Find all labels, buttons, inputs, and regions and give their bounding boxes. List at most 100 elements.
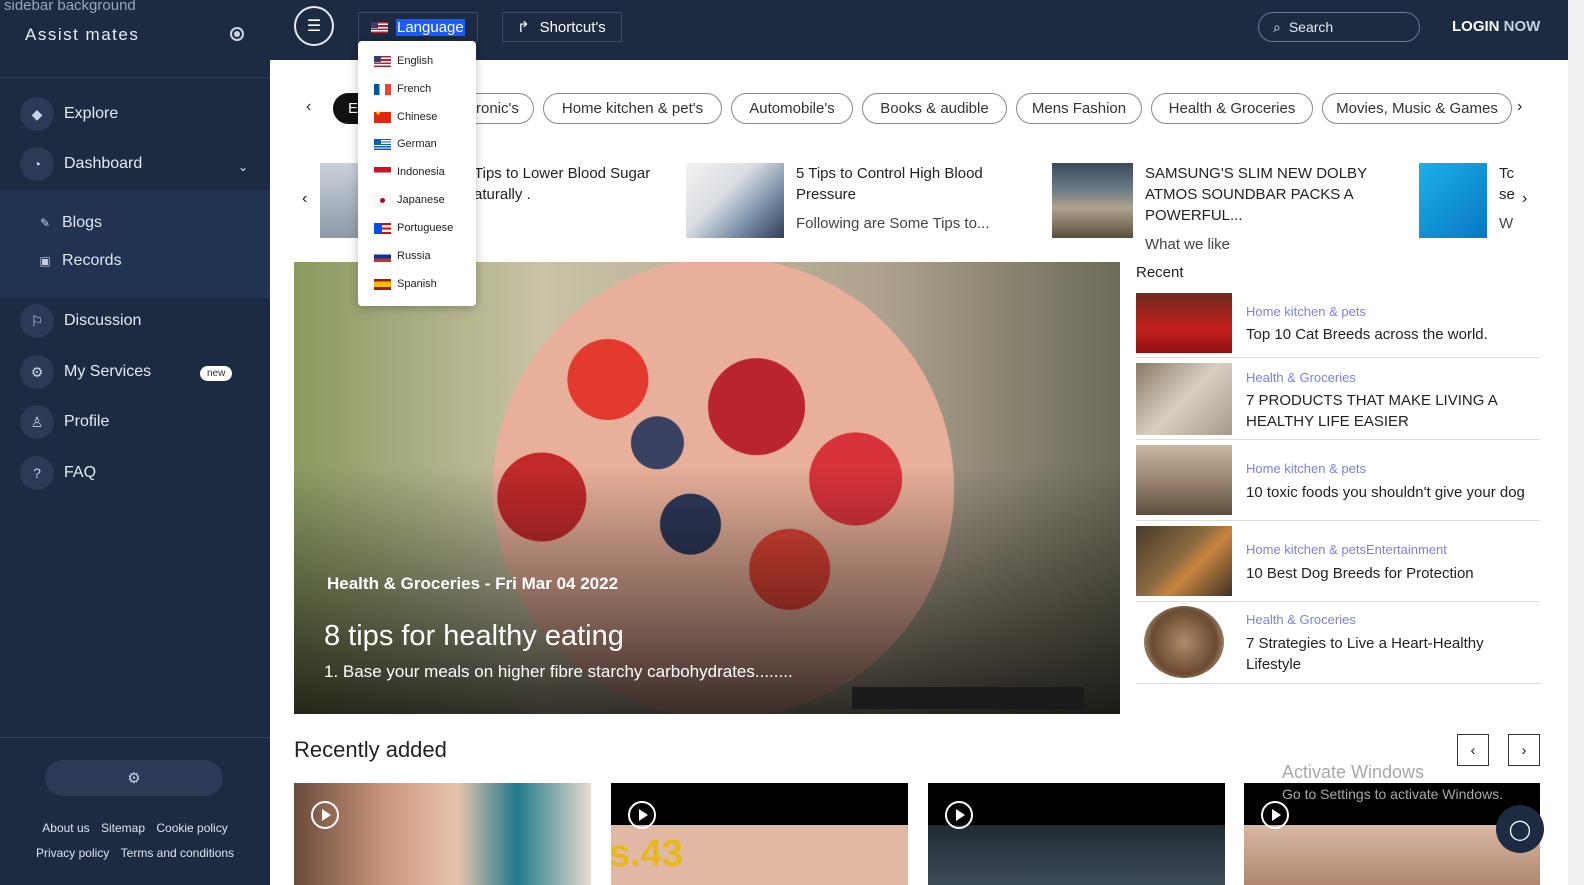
categories-next-icon[interactable]: › xyxy=(1517,98,1522,116)
language-option-label: English xyxy=(397,55,434,67)
category-chip-mens-fashion[interactable]: Mens Fashion xyxy=(1016,93,1142,124)
brand-name[interactable]: Assist mates xyxy=(25,25,139,45)
share-arrow-icon: ↱ xyxy=(517,19,530,36)
dashboard-submenu: ✎ Blogs ▣ Records xyxy=(0,190,270,298)
france-flag-icon xyxy=(374,83,391,95)
sidebar-item-discussion[interactable]: ⚐ Discussion xyxy=(20,304,141,338)
language-option-indonesia[interactable]: Indonesia xyxy=(374,166,445,178)
search-icon: ⌕ xyxy=(1273,18,1281,35)
sidebar-item-records[interactable]: ▣ Records xyxy=(38,252,122,270)
settings-button[interactable]: ⚙ xyxy=(45,760,223,796)
news-title: Tc se xyxy=(1499,165,1515,203)
category-chip-electronics[interactable]: ronic's xyxy=(472,93,534,124)
language-option-german[interactable]: German xyxy=(374,138,437,150)
recent-title: 7 PRODUCTS THAT MAKE LIVING A HEALTHY LI… xyxy=(1246,392,1497,430)
theme-toggle-icon[interactable] xyxy=(230,27,244,41)
news-subtitle: W xyxy=(1499,215,1514,232)
language-option-spanish[interactable]: Spanish xyxy=(374,278,437,290)
recent-item[interactable]: Home kitchen & pets Top 10 Cat Breeds ac… xyxy=(1136,293,1540,358)
chat-icon: ◯ xyxy=(1508,818,1532,841)
video-card[interactable] xyxy=(928,783,1225,885)
russia-flag-icon xyxy=(374,250,391,262)
recent-item[interactable]: Home kitchen & petsEntertainment 10 Best… xyxy=(1136,526,1540,602)
shortcut-label: Shortcut's xyxy=(539,18,606,36)
news-card[interactable]: SAMSUNG'S SLIM NEW DOLBY ATMOS SOUNDBAR … xyxy=(1052,163,1405,253)
hero-banner[interactable]: Health & Groceries - Fri Mar 04 2022 8 t… xyxy=(294,262,1120,714)
news-thumbnail xyxy=(1052,163,1133,238)
recent-category: Home kitchen & pets xyxy=(1246,304,1366,319)
puerto-rico-flag-icon xyxy=(374,222,391,234)
play-icon xyxy=(311,801,339,829)
news-next-icon[interactable]: › xyxy=(1522,190,1527,208)
page-scrollbar[interactable] xyxy=(1568,0,1584,885)
recently-added-prev-button[interactable]: ‹ xyxy=(1457,734,1489,766)
login-button[interactable]: LOGIN NOW xyxy=(1452,18,1540,35)
news-title: 5 Tips to Control High Blood Pressure xyxy=(796,165,983,203)
gem-icon: ◆ xyxy=(20,97,54,131)
language-option-chinese[interactable]: Chinese xyxy=(374,109,437,123)
language-button[interactable]: Language xyxy=(358,12,478,42)
sidebar-item-profile[interactable]: ♙ Profile xyxy=(20,405,109,439)
language-option-label: Spanish xyxy=(397,278,437,290)
menu-icon: ☰ xyxy=(306,18,322,35)
news-prev-icon[interactable]: ‹ xyxy=(302,190,307,208)
language-option-label: French xyxy=(397,83,432,95)
sitemap-link[interactable]: Sitemap xyxy=(101,821,145,835)
recently-added-next-button[interactable]: › xyxy=(1508,734,1540,766)
category-chip-movies[interactable]: Movies, Music & Games xyxy=(1322,93,1512,124)
hero-title: 8 tips for healthy eating xyxy=(324,620,624,652)
profile-icon: ♙ xyxy=(20,405,54,439)
sidebar-item-dashboard[interactable]: ◔ Dashboard xyxy=(20,147,142,181)
sidebar-item-faq[interactable]: ? FAQ xyxy=(20,456,96,490)
sidebar: sidebar background Assist mates ◆ Explor… xyxy=(0,0,270,885)
recent-category: Health & Groceries xyxy=(1246,370,1356,385)
play-icon xyxy=(1261,801,1289,829)
video-card[interactable] xyxy=(294,783,591,885)
language-option-portuguese[interactable]: Portuguese xyxy=(374,222,453,234)
gauge-icon: ◔ xyxy=(20,147,54,181)
language-option-russia[interactable]: Russia xyxy=(374,250,431,262)
search-input[interactable]: ⌕ Search xyxy=(1258,12,1420,42)
shortcut-button[interactable]: ↱ Shortcut's xyxy=(502,12,622,42)
video-icon: ▣ xyxy=(39,254,51,268)
news-card[interactable]: Tc se W xyxy=(1419,163,1519,238)
chevron-right-icon: › xyxy=(1521,741,1527,759)
recent-item[interactable]: Health & Groceries 7 PRODUCTS THAT MAKE … xyxy=(1136,363,1540,440)
language-option-french[interactable]: French xyxy=(374,83,431,95)
language-option-label: Russia xyxy=(397,250,431,262)
menu-toggle-button[interactable]: ☰ xyxy=(294,6,334,46)
sidebar-item-label: Records xyxy=(62,252,122,269)
video-card[interactable]: s.43 xyxy=(611,783,908,885)
recent-title: 10 Best Dog Breeds for Protection xyxy=(1246,565,1474,582)
category-chip-health[interactable]: Health & Groceries xyxy=(1151,93,1313,124)
hero-description: 1. Base your meals on higher fibre starc… xyxy=(324,662,793,681)
services-icon: ⚙ xyxy=(20,355,54,389)
chat-button[interactable]: ◯ xyxy=(1496,805,1544,853)
recent-item[interactable]: Health & Groceries 7 Strategies to Live … xyxy=(1136,606,1540,684)
categories-prev-icon[interactable]: ‹ xyxy=(306,98,311,116)
sidebar-item-blogs[interactable]: ✎ Blogs xyxy=(38,214,102,232)
recent-heading: Recent xyxy=(1136,264,1184,281)
privacy-policy-link[interactable]: Privacy policy xyxy=(36,846,109,860)
about-us-link[interactable]: About us xyxy=(42,821,89,835)
language-option-english[interactable]: English xyxy=(374,55,433,67)
news-thumbnail xyxy=(686,163,784,238)
cookie-policy-link[interactable]: Cookie policy xyxy=(156,821,227,835)
language-option-label: Indonesia xyxy=(397,166,445,178)
greece-flag-icon xyxy=(374,138,391,150)
chevron-down-icon[interactable]: ⌄ xyxy=(238,160,248,174)
category-chip-books[interactable]: Books & audible xyxy=(862,93,1007,124)
sidebar-item-my-services[interactable]: ⚙ My Services xyxy=(20,355,151,389)
sidebar-divider xyxy=(0,77,270,78)
category-chip-home-kitchen[interactable]: Home kitchen & pet's xyxy=(543,93,722,124)
terms-link[interactable]: Terms and conditions xyxy=(121,846,234,860)
recent-item[interactable]: Home kitchen & pets 10 toxic foods you s… xyxy=(1136,445,1540,521)
sidebar-item-explore[interactable]: ◆ Explore xyxy=(20,97,118,131)
us-flag-icon xyxy=(371,21,388,33)
category-chip-automobiles[interactable]: Automobile's xyxy=(731,93,853,124)
recent-title: 7 Strategies to Live a Heart-Healthy Lif… xyxy=(1246,635,1484,673)
video-overlay-text: s.43 xyxy=(611,833,683,875)
language-label: Language xyxy=(396,18,465,36)
news-card[interactable]: 5 Tips to Control High Blood Pressure Fo… xyxy=(686,163,1026,238)
language-option-japanese[interactable]: Japanese xyxy=(374,194,445,206)
